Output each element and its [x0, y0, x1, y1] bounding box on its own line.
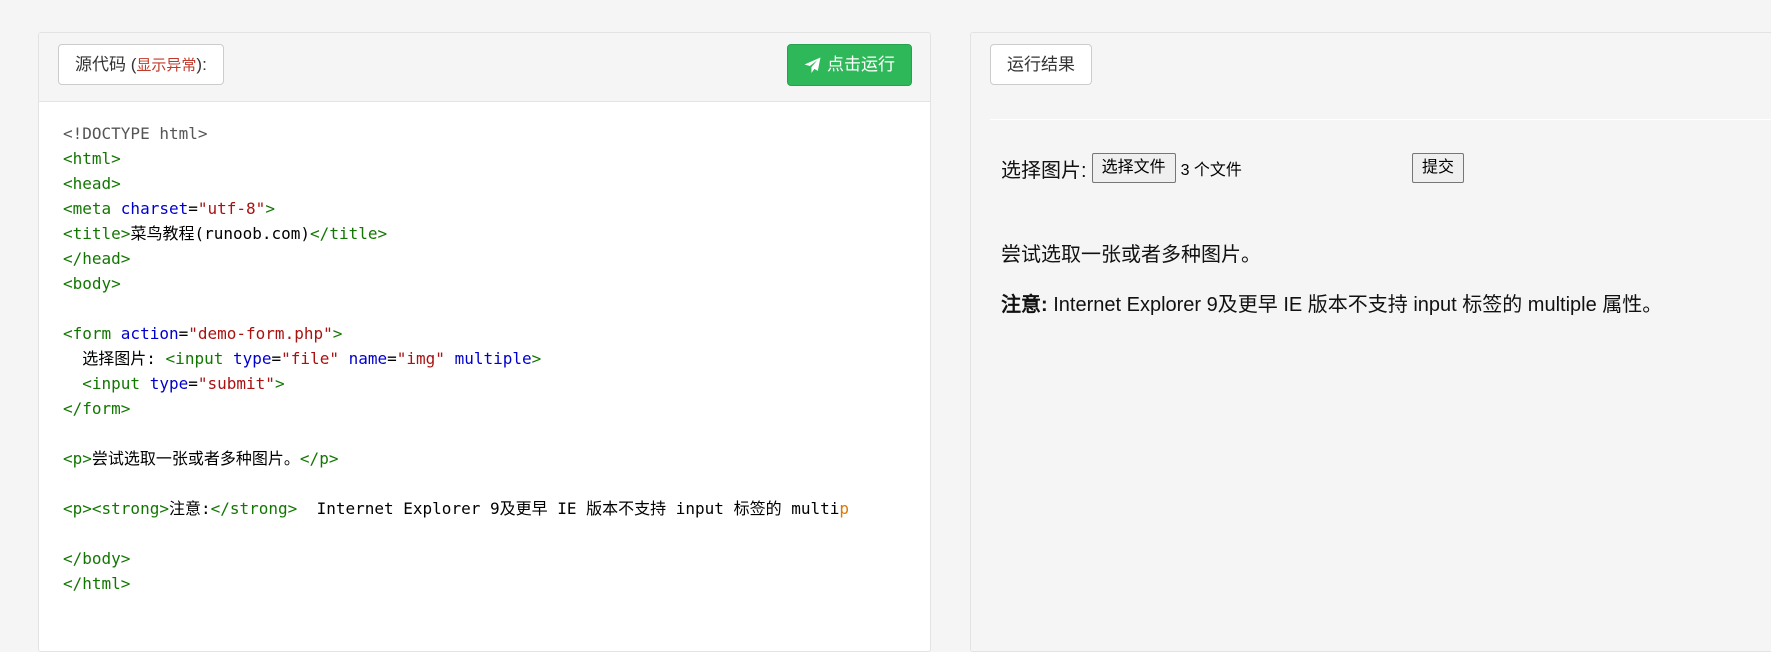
code-token: <p>	[63, 449, 92, 468]
code-token: </head>	[63, 249, 131, 268]
source-code-header: 源代码 (显示异常): 点击运行	[39, 33, 930, 102]
code-line: <form action="demo-form.php">	[63, 321, 912, 346]
code-token: "utf-8"	[197, 199, 266, 218]
code-token: >	[265, 199, 275, 218]
code-token: >	[531, 349, 542, 368]
code-line: <body>	[63, 271, 912, 296]
code-token: 注意:	[168, 499, 211, 518]
code-token: multiple	[454, 349, 532, 368]
submit-button[interactable]: 提交	[1412, 153, 1465, 183]
code-token: </html>	[63, 574, 131, 593]
code-token: Internet Explorer 9及更早 IE 版本不支持 input 标签…	[297, 499, 840, 518]
code-token: =	[271, 349, 282, 368]
run-button-label: 点击运行	[827, 55, 895, 74]
code-token: =	[188, 374, 198, 393]
code-token: name	[348, 349, 388, 368]
paren-close: ):	[196, 55, 207, 74]
code-line: <input type="submit">	[63, 371, 912, 396]
code-token: type	[232, 349, 272, 368]
code-token: </strong>	[210, 499, 298, 518]
code-token: charset	[120, 199, 189, 218]
code-token: </form>	[63, 399, 131, 418]
code-token: <body>	[63, 274, 121, 293]
file-count-text: 3 个文件	[1180, 162, 1242, 179]
code-line: </form>	[63, 396, 912, 421]
code-line: <p>尝试选取一张或者多种图片。</p>	[63, 446, 912, 471]
code-token: <form	[63, 324, 121, 343]
code-line: <meta charset="utf-8">	[63, 196, 912, 221]
code-token: type	[149, 374, 189, 393]
code-token: </body>	[63, 549, 131, 568]
source-code-panel: 源代码 (显示异常): 点击运行 <!DOCTYPE html> <html> <h…	[38, 32, 931, 652]
result-panel: 运行结果 选择图片: 选择文件 3 个文件 提交 尝试选取一张或者多种图片。 注…	[970, 32, 1771, 652]
result-title: 运行结果	[1007, 55, 1075, 74]
code-token: <head>	[63, 174, 121, 193]
code-token: >	[274, 374, 285, 393]
code-line: </head>	[63, 246, 912, 271]
code-token: <!DOCTYPE html>	[63, 124, 208, 143]
paren-open: (	[126, 55, 137, 74]
code-line: <head>	[63, 171, 912, 196]
code-line: <title>菜鸟教程(runoob.com)</title>	[63, 221, 912, 246]
code-token: <title>	[63, 224, 131, 243]
form-label: 选择图片:	[1001, 159, 1087, 182]
upload-form: 选择图片: 选择文件 3 个文件 提交	[1001, 152, 1465, 184]
code-token: <input	[165, 349, 233, 368]
instruction-paragraph: 尝试选取一张或者多种图片。	[1001, 244, 1261, 266]
code-token: =	[188, 199, 198, 218]
code-line: 选择图片: <input type="file" name="img" mult…	[63, 346, 912, 371]
code-token: p	[839, 499, 850, 518]
code-token: =	[387, 349, 397, 368]
code-token: >	[332, 324, 343, 343]
code-token: "submit"	[197, 374, 275, 393]
note-text: Internet Explorer 9及更早 IE 版本不支持 input 标签…	[1047, 294, 1663, 316]
code-token: 菜鸟教程(runoob.com)	[130, 224, 311, 243]
code-token: <p><strong>	[63, 499, 169, 518]
note-label: 注意:	[1001, 294, 1048, 316]
run-button[interactable]: 点击运行	[787, 44, 912, 86]
code-line: <html>	[63, 146, 912, 171]
code-token: "file"	[281, 349, 339, 368]
code-token: "img"	[396, 349, 445, 368]
choose-file-button[interactable]: 选择文件	[1091, 153, 1176, 183]
code-line: <p><strong>注意:</strong> Internet Explore…	[63, 496, 912, 521]
source-code-title: 源代码	[75, 55, 126, 74]
code-line: </html>	[63, 571, 912, 596]
code-token: </title>	[310, 224, 388, 243]
note-paragraph: 注意: Internet Explorer 9及更早 IE 版本不支持 inpu…	[1001, 288, 1662, 317]
code-token: 尝试选取一张或者多种图片。	[91, 449, 300, 468]
code-token: 选择图片:	[63, 349, 166, 368]
code-editor[interactable]: <!DOCTYPE html> <html> <head> <meta charset…	[63, 121, 912, 651]
code-token: <input	[82, 374, 150, 393]
code-token: action	[120, 324, 179, 343]
result-label: 运行结果	[990, 44, 1092, 85]
code-line: </body>	[63, 546, 912, 571]
code-token: =	[178, 324, 189, 343]
code-token: <html>	[63, 149, 121, 168]
code-token: </p>	[299, 449, 339, 468]
code-token: <meta	[63, 199, 121, 218]
code-line: <!DOCTYPE html>	[63, 121, 912, 146]
show-error-link[interactable]: 显示异常	[136, 57, 196, 74]
paper-plane-icon	[804, 57, 821, 73]
code-token: "demo-form.php"	[188, 324, 333, 343]
result-header: 运行结果	[971, 33, 1771, 101]
result-frame: 选择图片: 选择文件 3 个文件 提交 尝试选取一张或者多种图片。 注意: In…	[990, 119, 1771, 651]
source-code-label: 源代码 (显示异常):	[58, 44, 224, 85]
